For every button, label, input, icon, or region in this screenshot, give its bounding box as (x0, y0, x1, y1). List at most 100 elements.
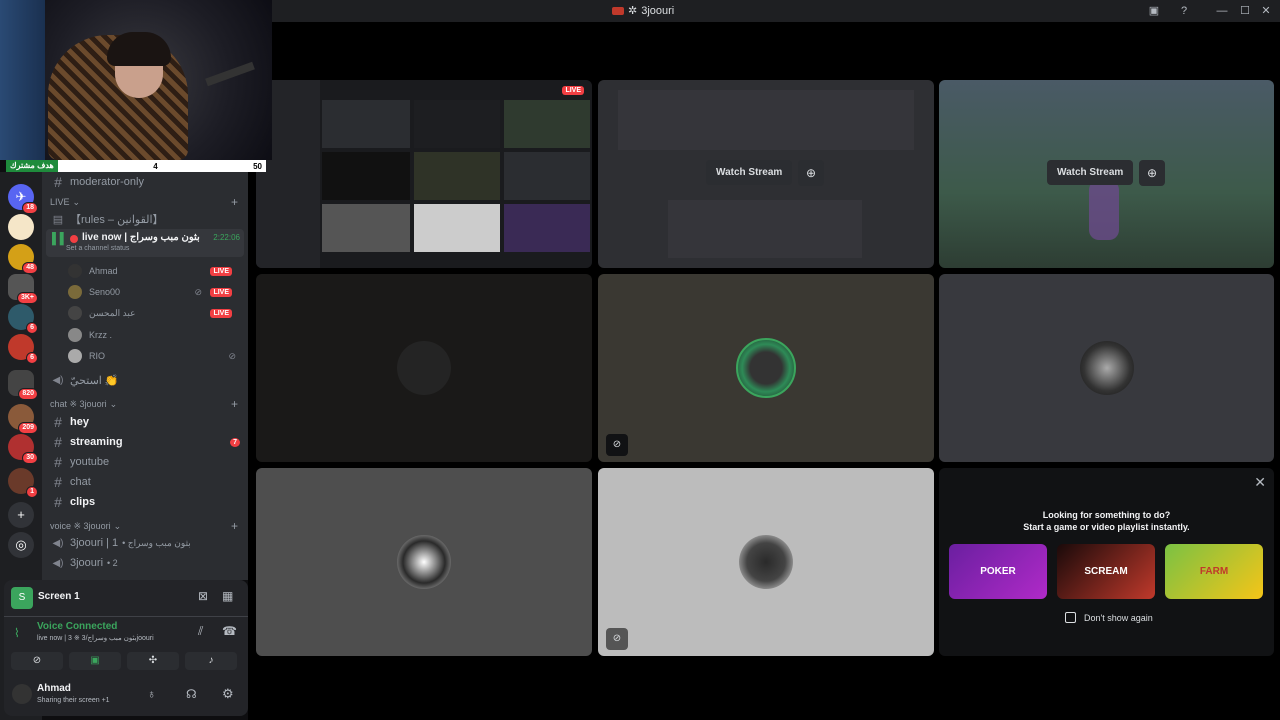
channel-moderator-only[interactable]: # moderator-only (42, 172, 248, 192)
server-icon[interactable]: 30 (8, 434, 38, 464)
maximize-icon[interactable]: ☐ (1237, 3, 1253, 19)
stream-tile-2[interactable]: Watch Stream ⊕ (598, 80, 934, 268)
game-character (1089, 180, 1119, 240)
watch-stream-button[interactable]: Watch Stream (1047, 160, 1134, 185)
voice-channel-1[interactable]: ◀) 3joouri | 1 • بثون مبب وسراج (42, 533, 248, 553)
voice-tile-4[interactable] (256, 468, 592, 656)
server-logo-icon (612, 6, 624, 15)
voice-tile-2[interactable]: ⊘ (598, 274, 934, 462)
channel-hey[interactable]: # hey (42, 412, 248, 432)
voice-user[interactable]: RIO ⊘ (68, 346, 240, 366)
goal-label: هدف مشترك (6, 160, 58, 172)
channel-status[interactable]: Set a channel status (66, 245, 129, 252)
voice-connected-label[interactable]: Voice Connected (37, 621, 117, 632)
avatar (739, 535, 793, 589)
goal-target: 50 (253, 161, 262, 171)
server-icon[interactable] (8, 214, 34, 240)
channel-live-now[interactable]: ▌▌ live now | بثون مبب وسراج 2:22:06 Set… (46, 229, 244, 257)
server-icon[interactable]: ✈ 18 (8, 184, 38, 214)
voice-channel-2[interactable]: ◀) 3joouri • 2 (42, 553, 248, 573)
game-card-poker[interactable]: POKER (949, 544, 1047, 599)
add-channel-icon[interactable]: + (231, 397, 238, 411)
avatar (1080, 341, 1134, 395)
add-server-icon[interactable]: + (8, 502, 34, 528)
user-status: Sharing their screen +1 (37, 697, 110, 704)
hash-icon: # (54, 454, 62, 470)
close-icon[interactable]: ✕ (1258, 3, 1274, 19)
dont-show-checkbox[interactable] (1065, 612, 1076, 623)
server-folder[interactable]: 820 (8, 370, 38, 400)
activities-button[interactable]: ✣ (127, 652, 179, 670)
microphone-arm (205, 61, 255, 87)
promo-subtitle: Start a game or video playlist instantly… (1023, 522, 1190, 532)
speaker-icon: ◀) (52, 557, 64, 569)
avatar (397, 535, 451, 589)
watch-stream-button[interactable]: Watch Stream (706, 160, 793, 185)
channel-istahi[interactable]: ◀) استحيّ 👏 (42, 370, 248, 390)
inbox-icon[interactable]: ▣ (1146, 3, 1162, 19)
voice-user[interactable]: Ahmad LIVE (68, 261, 240, 281)
headphones-icon[interactable]: ☊ (186, 687, 197, 701)
server-icon[interactable]: 6 (8, 304, 38, 334)
user-avatar[interactable] (12, 684, 32, 704)
screen-share-icon: S (11, 587, 33, 609)
server-icon[interactable]: 48 (8, 244, 38, 274)
voice-panel: S Screen 1 ⊠ ▦ ⌇ Voice Connected live no… (4, 580, 248, 716)
video-off-icon: ⊘ (606, 628, 628, 650)
hash-icon: # (54, 174, 62, 190)
channel-clips[interactable]: # clips (42, 492, 248, 512)
minimize-icon[interactable]: — (1214, 3, 1230, 19)
noise-suppression-icon[interactable]: ⫽ (198, 624, 203, 639)
voice-user[interactable]: Krzz . (68, 325, 240, 345)
dont-show-label: Don't show again (1084, 613, 1153, 623)
discover-icon[interactable]: ◎ (8, 532, 34, 558)
voice-tile-5[interactable]: ⊘ (598, 468, 934, 656)
promo-title: Looking for something to do? (1042, 510, 1171, 520)
chevron-down-icon: ⌄ (113, 520, 122, 531)
channel-streaming[interactable]: # streaming 7 (42, 432, 248, 452)
settings-gear-icon[interactable]: ⚙ (222, 686, 234, 702)
webcam-overlay (0, 0, 272, 160)
deafened-icon: ⊘ (228, 350, 236, 361)
popout-icon[interactable]: ⊕ (1139, 160, 1165, 186)
clip-icon[interactable]: ▦ (222, 589, 233, 603)
goal-current: 4 (153, 161, 158, 171)
voice-speaker-icon: ▌▌ (52, 233, 68, 245)
deafened-icon: ⊘ (194, 286, 202, 297)
stop-share-icon[interactable]: ⊠ (198, 589, 208, 603)
server-icon[interactable]: 1 (8, 468, 38, 498)
game-card-scream[interactable]: SCREAM (1057, 544, 1155, 599)
screen-share-button[interactable]: ▣ (69, 652, 121, 670)
popout-icon[interactable]: ⊕ (798, 160, 824, 186)
stream-tile-3[interactable]: Watch Stream ⊕ (939, 80, 1274, 268)
signal-icon[interactable]: ⌇ (14, 626, 20, 640)
channel-youtube[interactable]: # youtube (42, 452, 248, 472)
voice-tile-3[interactable] (939, 274, 1274, 462)
chevron-down-icon: ⌄ (72, 196, 81, 207)
add-channel-icon[interactable]: + (231, 195, 238, 209)
channel-chat[interactable]: # chat (42, 472, 248, 492)
stream-tile-own[interactable]: LIVE (256, 80, 592, 268)
window-title: 3joouri (641, 4, 675, 17)
help-icon[interactable]: ? (1176, 3, 1192, 19)
camera-toggle-button[interactable]: ⊘ (11, 652, 63, 670)
video-off-icon: ⊘ (606, 434, 628, 456)
hash-icon: # (54, 474, 62, 490)
add-channel-icon[interactable]: + (231, 519, 238, 533)
microphone-icon[interactable]: ♁ (147, 687, 156, 701)
goal-bar: هدف مشترك 4 50 (6, 160, 266, 172)
category-chat[interactable]: chat ※ 3jouori ⌄ + (42, 394, 248, 414)
username[interactable]: Ahmad (37, 683, 71, 694)
disconnect-icon[interactable]: ☎ (222, 624, 237, 638)
voice-user[interactable]: عبد المحسن LIVE (68, 303, 240, 323)
game-card-farm[interactable]: FARM (1165, 544, 1263, 599)
soundboard-button[interactable]: ♪ (185, 652, 237, 670)
voice-user[interactable]: Seno00 ⊘ LIVE (68, 282, 240, 302)
voice-tile-1[interactable] (256, 274, 592, 462)
close-icon[interactable]: ✕ (1254, 474, 1266, 491)
stage-area: LIVE Watch Stream ⊕ Watch Stream ⊕ ⊘ ⊘ ✕… (248, 22, 1280, 720)
server-icon[interactable]: 6 (8, 334, 38, 364)
server-icon[interactable]: 209 (8, 404, 38, 434)
server-folder[interactable]: 3K+ (8, 274, 38, 304)
channel-rules[interactable]: ▤ 【rules – القوانين】 (42, 209, 248, 229)
